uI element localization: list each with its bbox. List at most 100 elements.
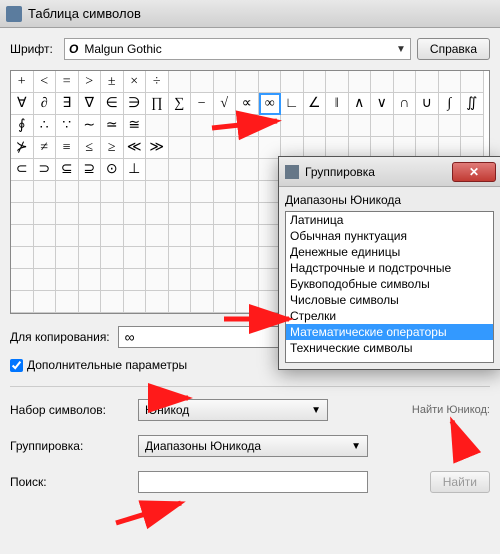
grid-cell[interactable]: ∠ [304, 93, 327, 115]
grid-cell [169, 115, 192, 137]
grid-cell[interactable]: ∂ [34, 93, 57, 115]
grid-cell [146, 225, 169, 247]
grid-cell [236, 203, 259, 225]
grid-cell [214, 71, 237, 93]
grid-cell[interactable]: < [34, 71, 57, 93]
grid-cell[interactable]: ≅ [124, 115, 147, 137]
chevron-down-icon: ▼ [351, 441, 361, 452]
grid-cell[interactable]: ∝ [236, 93, 259, 115]
grid-cell[interactable]: ⊆ [56, 159, 79, 181]
grid-cell[interactable]: − [191, 93, 214, 115]
list-item[interactable]: Числовые символы [286, 292, 493, 308]
grid-cell[interactable]: ± [101, 71, 124, 93]
grid-cell[interactable]: ⊃ [34, 159, 57, 181]
search-button[interactable]: Найти [430, 471, 490, 493]
grid-cell[interactable]: + [11, 71, 34, 93]
grid-cell[interactable]: ∋ [124, 93, 147, 115]
grid-cell[interactable]: ⊙ [101, 159, 124, 181]
grid-cell[interactable]: ⊁ [11, 137, 34, 159]
grid-cell [79, 181, 102, 203]
grid-cell [101, 181, 124, 203]
grid-cell[interactable]: ∬ [461, 93, 484, 115]
grid-cell [236, 115, 259, 137]
grid-cell [11, 181, 34, 203]
grid-cell [146, 159, 169, 181]
grid-cell[interactable]: ≫ [146, 137, 169, 159]
grid-cell[interactable]: ‖ [326, 93, 349, 115]
grid-cell [146, 269, 169, 291]
grid-cell [214, 247, 237, 269]
grid-cell[interactable]: ≪ [124, 137, 147, 159]
grid-cell [146, 203, 169, 225]
list-item[interactable]: Математические операторы [286, 324, 493, 340]
grid-cell[interactable]: ⊂ [11, 159, 34, 181]
grid-cell[interactable]: ≃ [101, 115, 124, 137]
grid-cell[interactable]: ∮ [11, 115, 34, 137]
grid-cell [439, 115, 462, 137]
grid-cell[interactable]: ∴ [34, 115, 57, 137]
grid-cell[interactable]: ÷ [146, 71, 169, 93]
list-item[interactable]: Буквоподобные символы [286, 276, 493, 292]
grid-cell[interactable]: ≡ [56, 137, 79, 159]
grid-cell [304, 71, 327, 93]
grid-cell[interactable]: ∪ [416, 93, 439, 115]
grid-cell[interactable]: = [56, 71, 79, 93]
grid-cell [394, 115, 417, 137]
grid-cell[interactable]: ∏ [146, 93, 169, 115]
grid-cell [79, 225, 102, 247]
popup-title-text: Группировка [305, 165, 452, 179]
grid-cell[interactable]: > [79, 71, 102, 93]
grid-cell[interactable]: ∧ [349, 93, 372, 115]
list-item[interactable]: Латиница [286, 212, 493, 228]
grid-cell [101, 291, 124, 313]
grid-cell [169, 225, 192, 247]
grid-cell [56, 247, 79, 269]
font-label: Шрифт: [10, 42, 58, 56]
advanced-checkbox[interactable] [10, 359, 23, 372]
grid-cell [236, 181, 259, 203]
grid-cell [214, 225, 237, 247]
grid-cell[interactable]: √ [214, 93, 237, 115]
grid-cell[interactable]: ∈ [101, 93, 124, 115]
grid-cell[interactable]: ≥ [101, 137, 124, 159]
grid-cell[interactable]: ∫ [439, 93, 462, 115]
grid-cell [34, 181, 57, 203]
list-item[interactable]: Обычная пунктуация [286, 228, 493, 244]
grid-cell[interactable]: ≤ [79, 137, 102, 159]
grid-cell[interactable]: ∵ [56, 115, 79, 137]
popup-titlebar[interactable]: Группировка ✕ [279, 157, 500, 187]
grid-cell[interactable]: ∑ [169, 93, 192, 115]
list-item[interactable]: Технические символы [286, 340, 493, 356]
list-item[interactable]: Стрелки [286, 308, 493, 324]
popup-list-label: Диапазоны Юникода [285, 193, 494, 207]
grid-cell[interactable]: ∇ [79, 93, 102, 115]
grid-cell[interactable]: ∩ [394, 93, 417, 115]
grid-cell[interactable]: ∼ [79, 115, 102, 137]
group-select[interactable]: Диапазоны Юникода ▼ [138, 435, 368, 457]
grid-cell [326, 115, 349, 137]
grid-cell[interactable]: ∟ [281, 93, 304, 115]
charset-select[interactable]: Юникод ▼ [138, 399, 328, 421]
grid-cell [214, 203, 237, 225]
search-input[interactable] [138, 471, 368, 493]
grid-cell [124, 291, 147, 313]
grid-cell [214, 159, 237, 181]
grid-cell[interactable]: ∀ [11, 93, 34, 115]
grid-cell[interactable]: ⊥ [124, 159, 147, 181]
grid-cell[interactable]: ∃ [56, 93, 79, 115]
grid-cell[interactable]: ∨ [371, 93, 394, 115]
popup-listbox[interactable]: ЛатиницаОбычная пунктуацияДенежные едини… [285, 211, 494, 363]
help-button[interactable]: Справка [417, 38, 490, 60]
list-item[interactable]: Надстрочные и подстрочные [286, 260, 493, 276]
copy-input[interactable] [118, 326, 288, 348]
close-button[interactable]: ✕ [452, 162, 496, 182]
grid-cell[interactable]: ∞ [259, 93, 282, 115]
grid-cell[interactable]: ⊇ [79, 159, 102, 181]
list-item[interactable]: Денежные единицы [286, 244, 493, 260]
grid-cell [146, 115, 169, 137]
grid-cell[interactable]: ≠ [34, 137, 57, 159]
grid-cell [169, 247, 192, 269]
grid-cell[interactable]: × [124, 71, 147, 93]
font-select[interactable]: O Malgun Gothic ▼ [64, 38, 411, 60]
grid-cell [101, 269, 124, 291]
